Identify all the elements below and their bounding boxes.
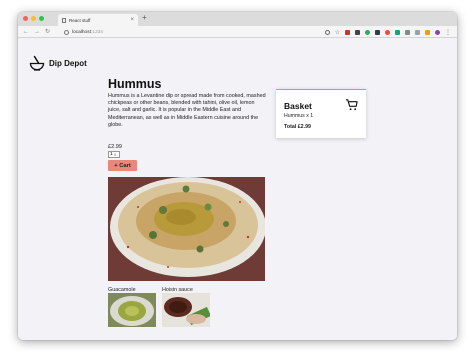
product-description: Hummus is a Levantine dip or spread made… (108, 93, 266, 128)
extension-icon[interactable] (345, 30, 350, 35)
stepper-icon[interactable]: ⇕ (114, 153, 117, 157)
product-price: £2.99 (108, 144, 122, 150)
zoom-icon[interactable] (324, 30, 330, 35)
browser-tab[interactable]: React stuff × (58, 14, 138, 26)
extension-icon[interactable] (355, 30, 360, 35)
browser-window: React stuff × + ← → ↻ localhost:1234 ☆ ⋮ (18, 12, 457, 340)
basket-item: Hummus x 1 (284, 113, 314, 119)
forward-arrow-icon[interactable]: → (34, 29, 40, 35)
site-info-icon[interactable] (64, 29, 69, 35)
add-to-cart-button[interactable]: + Cart (108, 160, 137, 171)
basket-title: Basket (284, 101, 312, 111)
url-host: localhost (72, 29, 91, 35)
profile-avatar[interactable] (435, 30, 440, 35)
window-controls (23, 16, 44, 21)
extension-icon[interactable] (365, 30, 370, 35)
bookmark-star-icon[interactable]: ☆ (335, 29, 340, 36)
menu-icon[interactable]: ⋮ (445, 29, 451, 36)
quantity-input[interactable]: 1 ⇕ (108, 151, 120, 158)
product-title: Hummus (108, 77, 162, 91)
extension-icons: ☆ ⋮ (324, 29, 451, 36)
address-bar[interactable]: localhost:1234 (64, 28, 344, 36)
reload-icon[interactable]: ↻ (45, 28, 50, 35)
maximize-window-button[interactable] (39, 16, 44, 21)
extension-icon[interactable] (375, 30, 380, 35)
url-port: :1234 (90, 29, 103, 35)
back-arrow-icon[interactable]: ← (23, 29, 29, 35)
extension-icon[interactable] (415, 30, 420, 35)
browser-toolbar: ← → ↻ localhost:1234 ☆ ⋮ (18, 26, 457, 38)
quantity-value: 1 (110, 152, 113, 157)
hoisin-sauce-thumbnail[interactable] (162, 293, 210, 327)
mortar-bowl-icon (29, 55, 45, 71)
new-tab-button[interactable]: + (142, 13, 147, 22)
product-image (108, 177, 265, 281)
page-content: Dip Depot Hummus Hummus is a Levantine d… (18, 39, 457, 340)
tab-title: React stuff (69, 17, 91, 23)
extension-icon[interactable] (395, 30, 400, 35)
basket-panel: Basket Hummus x 1 Total £2.99 (276, 89, 366, 138)
logo-text: Dip Depot (49, 58, 87, 68)
basket-total: Total £2.99 (284, 124, 311, 130)
guacamole-photo (108, 293, 156, 327)
site-logo[interactable]: Dip Depot (29, 55, 87, 71)
hoisin-sauce-photo (162, 293, 210, 327)
extension-icon[interactable] (385, 30, 390, 35)
tab-close-icon[interactable]: × (130, 17, 134, 23)
hummus-photo (108, 177, 265, 281)
shopping-cart-icon[interactable] (345, 98, 358, 111)
close-window-button[interactable] (23, 16, 28, 21)
extension-icon[interactable] (405, 30, 410, 35)
page-icon (62, 17, 66, 23)
guacamole-thumbnail[interactable] (108, 293, 156, 327)
tab-bar: React stuff × + (18, 12, 457, 26)
minimize-window-button[interactable] (31, 16, 36, 21)
extension-icon[interactable] (425, 30, 430, 35)
